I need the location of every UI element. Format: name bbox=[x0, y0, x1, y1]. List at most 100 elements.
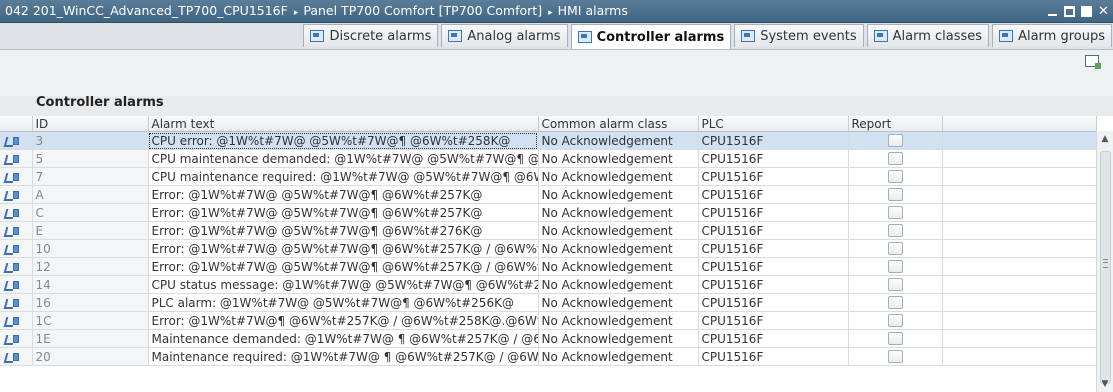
report-cell[interactable] bbox=[848, 149, 943, 168]
alarm-id-cell[interactable]: 10 bbox=[32, 239, 149, 258]
alarm-class-cell[interactable]: No Acknowledgement bbox=[538, 203, 699, 222]
report-cell[interactable] bbox=[848, 203, 943, 222]
report-checkbox[interactable] bbox=[887, 278, 903, 291]
report-checkbox[interactable] bbox=[887, 134, 903, 147]
table-row[interactable]: 10 Error: @1W%t#7W@ @5W%t#7W@¶ @6W%t#257K… bbox=[0, 239, 1097, 258]
column-header-id[interactable]: ID bbox=[32, 116, 149, 132]
column-header-report[interactable]: Report bbox=[848, 116, 943, 132]
alarm-class-cell[interactable]: No Acknowledgement bbox=[538, 347, 699, 366]
alarm-id-cell[interactable]: 5 bbox=[32, 149, 149, 168]
tab-system-events[interactable]: System events bbox=[734, 24, 864, 47]
alarm-id-cell[interactable]: A bbox=[32, 185, 149, 204]
column-header-alarm-text[interactable]: Alarm text bbox=[148, 116, 539, 132]
table-row[interactable]: 16 PLC alarm: @1W%t#7W@ @5W%t#7W@¶ @6W%t#… bbox=[0, 293, 1097, 312]
plc-cell[interactable]: CPU1516F bbox=[698, 167, 849, 186]
report-cell[interactable] bbox=[848, 293, 943, 312]
table-row[interactable]: 1C Error: @1W%t#7W@¶ @6W%t#257K@ / @6W%t#… bbox=[0, 311, 1097, 330]
alarm-text-cell[interactable]: CPU maintenance required: @1W%t#7W@ @5W%… bbox=[148, 167, 539, 186]
plc-cell[interactable]: CPU1516F bbox=[698, 131, 849, 150]
report-checkbox[interactable] bbox=[887, 350, 903, 363]
alarm-class-cell[interactable]: No Acknowledgement bbox=[538, 257, 699, 276]
alarm-class-cell[interactable]: No Acknowledgement bbox=[538, 239, 699, 258]
alarm-text-cell[interactable]: PLC alarm: @1W%t#7W@ @5W%t#7W@¶ @6W%t#25… bbox=[148, 293, 539, 312]
plc-cell[interactable]: CPU1516F bbox=[698, 275, 849, 294]
report-cell[interactable] bbox=[848, 311, 943, 330]
table-row[interactable]: 5 CPU maintenance demanded: @1W%t#7W@ @5W… bbox=[0, 149, 1097, 168]
alarm-id-cell[interactable]: 12 bbox=[32, 257, 149, 276]
report-checkbox[interactable] bbox=[887, 152, 903, 165]
table-row[interactable]: C Error: @1W%t#7W@ @5W%t#7W@¶ @6W%t#257K@… bbox=[0, 203, 1097, 222]
report-checkbox[interactable] bbox=[887, 170, 903, 183]
report-cell[interactable] bbox=[848, 167, 943, 186]
alarm-id-cell[interactable]: 7 bbox=[32, 167, 149, 186]
alarm-class-cell[interactable]: No Acknowledgement bbox=[538, 329, 699, 348]
plc-cell[interactable]: CPU1516F bbox=[698, 257, 849, 276]
float-window-icon[interactable] bbox=[1064, 5, 1075, 17]
report-cell[interactable] bbox=[848, 275, 943, 294]
alarm-class-cell[interactable]: No Acknowledgement bbox=[538, 131, 699, 150]
alarm-class-cell[interactable]: No Acknowledgement bbox=[538, 185, 699, 204]
alarm-text-cell[interactable]: CPU error: @1W%t#7W@ @5W%t#7W@¶ @6W%t#25… bbox=[148, 131, 539, 150]
report-cell[interactable] bbox=[848, 329, 943, 348]
breadcrumb-page[interactable]: HMI alarms bbox=[558, 3, 628, 18]
alarm-id-cell[interactable]: C bbox=[32, 203, 149, 222]
plc-cell[interactable]: CPU1516F bbox=[698, 149, 849, 168]
report-cell[interactable] bbox=[848, 257, 943, 276]
table-row[interactable]: A Error: @1W%t#7W@ @5W%t#7W@¶ @6W%t#257K@… bbox=[0, 185, 1097, 204]
report-checkbox[interactable] bbox=[887, 296, 903, 309]
table-row[interactable]: 12 Error: @1W%t#7W@ @5W%t#7W@¶ @6W%t#257K… bbox=[0, 257, 1097, 276]
plc-cell[interactable]: CPU1516F bbox=[698, 203, 849, 222]
tab-controller-alarms[interactable]: Controller alarms bbox=[570, 24, 732, 49]
report-checkbox[interactable] bbox=[887, 242, 903, 255]
tab-alarm-classes[interactable]: Alarm classes bbox=[866, 24, 990, 47]
alarm-text-cell[interactable]: Error: @1W%t#7W@ @5W%t#7W@¶ @6W%t#257K@ … bbox=[148, 257, 539, 276]
alarm-class-cell[interactable]: No Acknowledgement bbox=[538, 293, 699, 312]
alarm-id-cell[interactable]: 16 bbox=[32, 293, 149, 312]
report-checkbox[interactable] bbox=[887, 224, 903, 237]
alarm-class-cell[interactable]: No Acknowledgement bbox=[538, 221, 699, 240]
alarm-text-cell[interactable]: CPU maintenance demanded: @1W%t#7W@ @5W%… bbox=[148, 149, 539, 168]
alarm-text-cell[interactable]: CPU status message: @1W%t#7W@ @5W%t#7W@¶… bbox=[148, 275, 539, 294]
report-checkbox[interactable] bbox=[887, 206, 903, 219]
alarm-text-cell[interactable]: Maintenance required: @1W%t#7W@ ¶ @6W%t#… bbox=[148, 347, 539, 366]
alarm-text-cell[interactable]: Maintenance demanded: @1W%t#7W@ ¶ @6W%t#… bbox=[148, 329, 539, 348]
alarm-text-cell[interactable]: Error: @1W%t#7W@ @5W%t#7W@¶ @6W%t#257K@ bbox=[148, 203, 539, 222]
close-icon[interactable]: ✕ bbox=[1098, 5, 1109, 18]
report-checkbox[interactable] bbox=[887, 260, 903, 273]
report-checkbox[interactable] bbox=[887, 188, 903, 201]
minimize-icon[interactable] bbox=[1047, 6, 1058, 17]
plc-cell[interactable]: CPU1516F bbox=[698, 293, 849, 312]
report-cell[interactable] bbox=[848, 239, 943, 258]
plc-cell[interactable]: CPU1516F bbox=[698, 347, 849, 366]
table-row[interactable]: E Error: @1W%t#7W@ @5W%t#7W@¶ @6W%t#276K@… bbox=[0, 221, 1097, 240]
vertical-scrollbar[interactable]: ▲ ▼ bbox=[1096, 131, 1113, 392]
alarm-class-cell[interactable]: No Acknowledgement bbox=[538, 149, 699, 168]
table-row[interactable]: 1E Maintenance demanded: @1W%t#7W@ ¶ @6W%… bbox=[0, 329, 1097, 348]
plc-cell[interactable]: CPU1516F bbox=[698, 311, 849, 330]
alarm-id-cell[interactable]: E bbox=[32, 221, 149, 240]
export-alarms-icon[interactable] bbox=[1085, 55, 1101, 69]
plc-cell[interactable]: CPU1516F bbox=[698, 221, 849, 240]
alarm-id-cell[interactable]: 1C bbox=[32, 311, 149, 330]
report-cell[interactable] bbox=[848, 221, 943, 240]
tab-alarm-groups[interactable]: Alarm groups bbox=[992, 24, 1112, 47]
alarm-text-cell[interactable]: Error: @1W%t#7W@¶ @6W%t#257K@ / @6W%t#25… bbox=[148, 311, 539, 330]
report-checkbox[interactable] bbox=[887, 332, 903, 345]
table-row[interactable]: 3 CPU error: @1W%t#7W@ @5W%t#7W@¶ @6W%t#2… bbox=[0, 131, 1097, 150]
plc-cell[interactable]: CPU1516F bbox=[698, 239, 849, 258]
alarm-id-cell[interactable]: 20 bbox=[32, 347, 149, 366]
tab-discrete-alarms[interactable]: Discrete alarms bbox=[303, 24, 439, 47]
table-row[interactable]: 7 CPU maintenance required: @1W%t#7W@ @5W… bbox=[0, 167, 1097, 186]
tab-analog-alarms[interactable]: Analog alarms bbox=[441, 24, 568, 47]
alarm-text-cell[interactable]: Error: @1W%t#7W@ @5W%t#7W@¶ @6W%t#257K@ … bbox=[148, 239, 539, 258]
alarm-id-cell[interactable]: 3 bbox=[32, 131, 149, 150]
table-row[interactable]: 20 Maintenance required: @1W%t#7W@ ¶ @6W%… bbox=[0, 347, 1097, 366]
breadcrumb-device[interactable]: Panel TP700 Comfort [TP700 Comfort] bbox=[303, 3, 542, 18]
column-header-plc[interactable]: PLC bbox=[698, 116, 849, 132]
report-cell[interactable] bbox=[848, 131, 943, 150]
plc-cell[interactable]: CPU1516F bbox=[698, 185, 849, 204]
alarm-class-cell[interactable]: No Acknowledgement bbox=[538, 311, 699, 330]
table-row[interactable]: 14 CPU status message: @1W%t#7W@ @5W%t#7W… bbox=[0, 275, 1097, 294]
plc-cell[interactable]: CPU1516F bbox=[698, 329, 849, 348]
column-header-alarm-class[interactable]: Common alarm class bbox=[538, 116, 699, 132]
